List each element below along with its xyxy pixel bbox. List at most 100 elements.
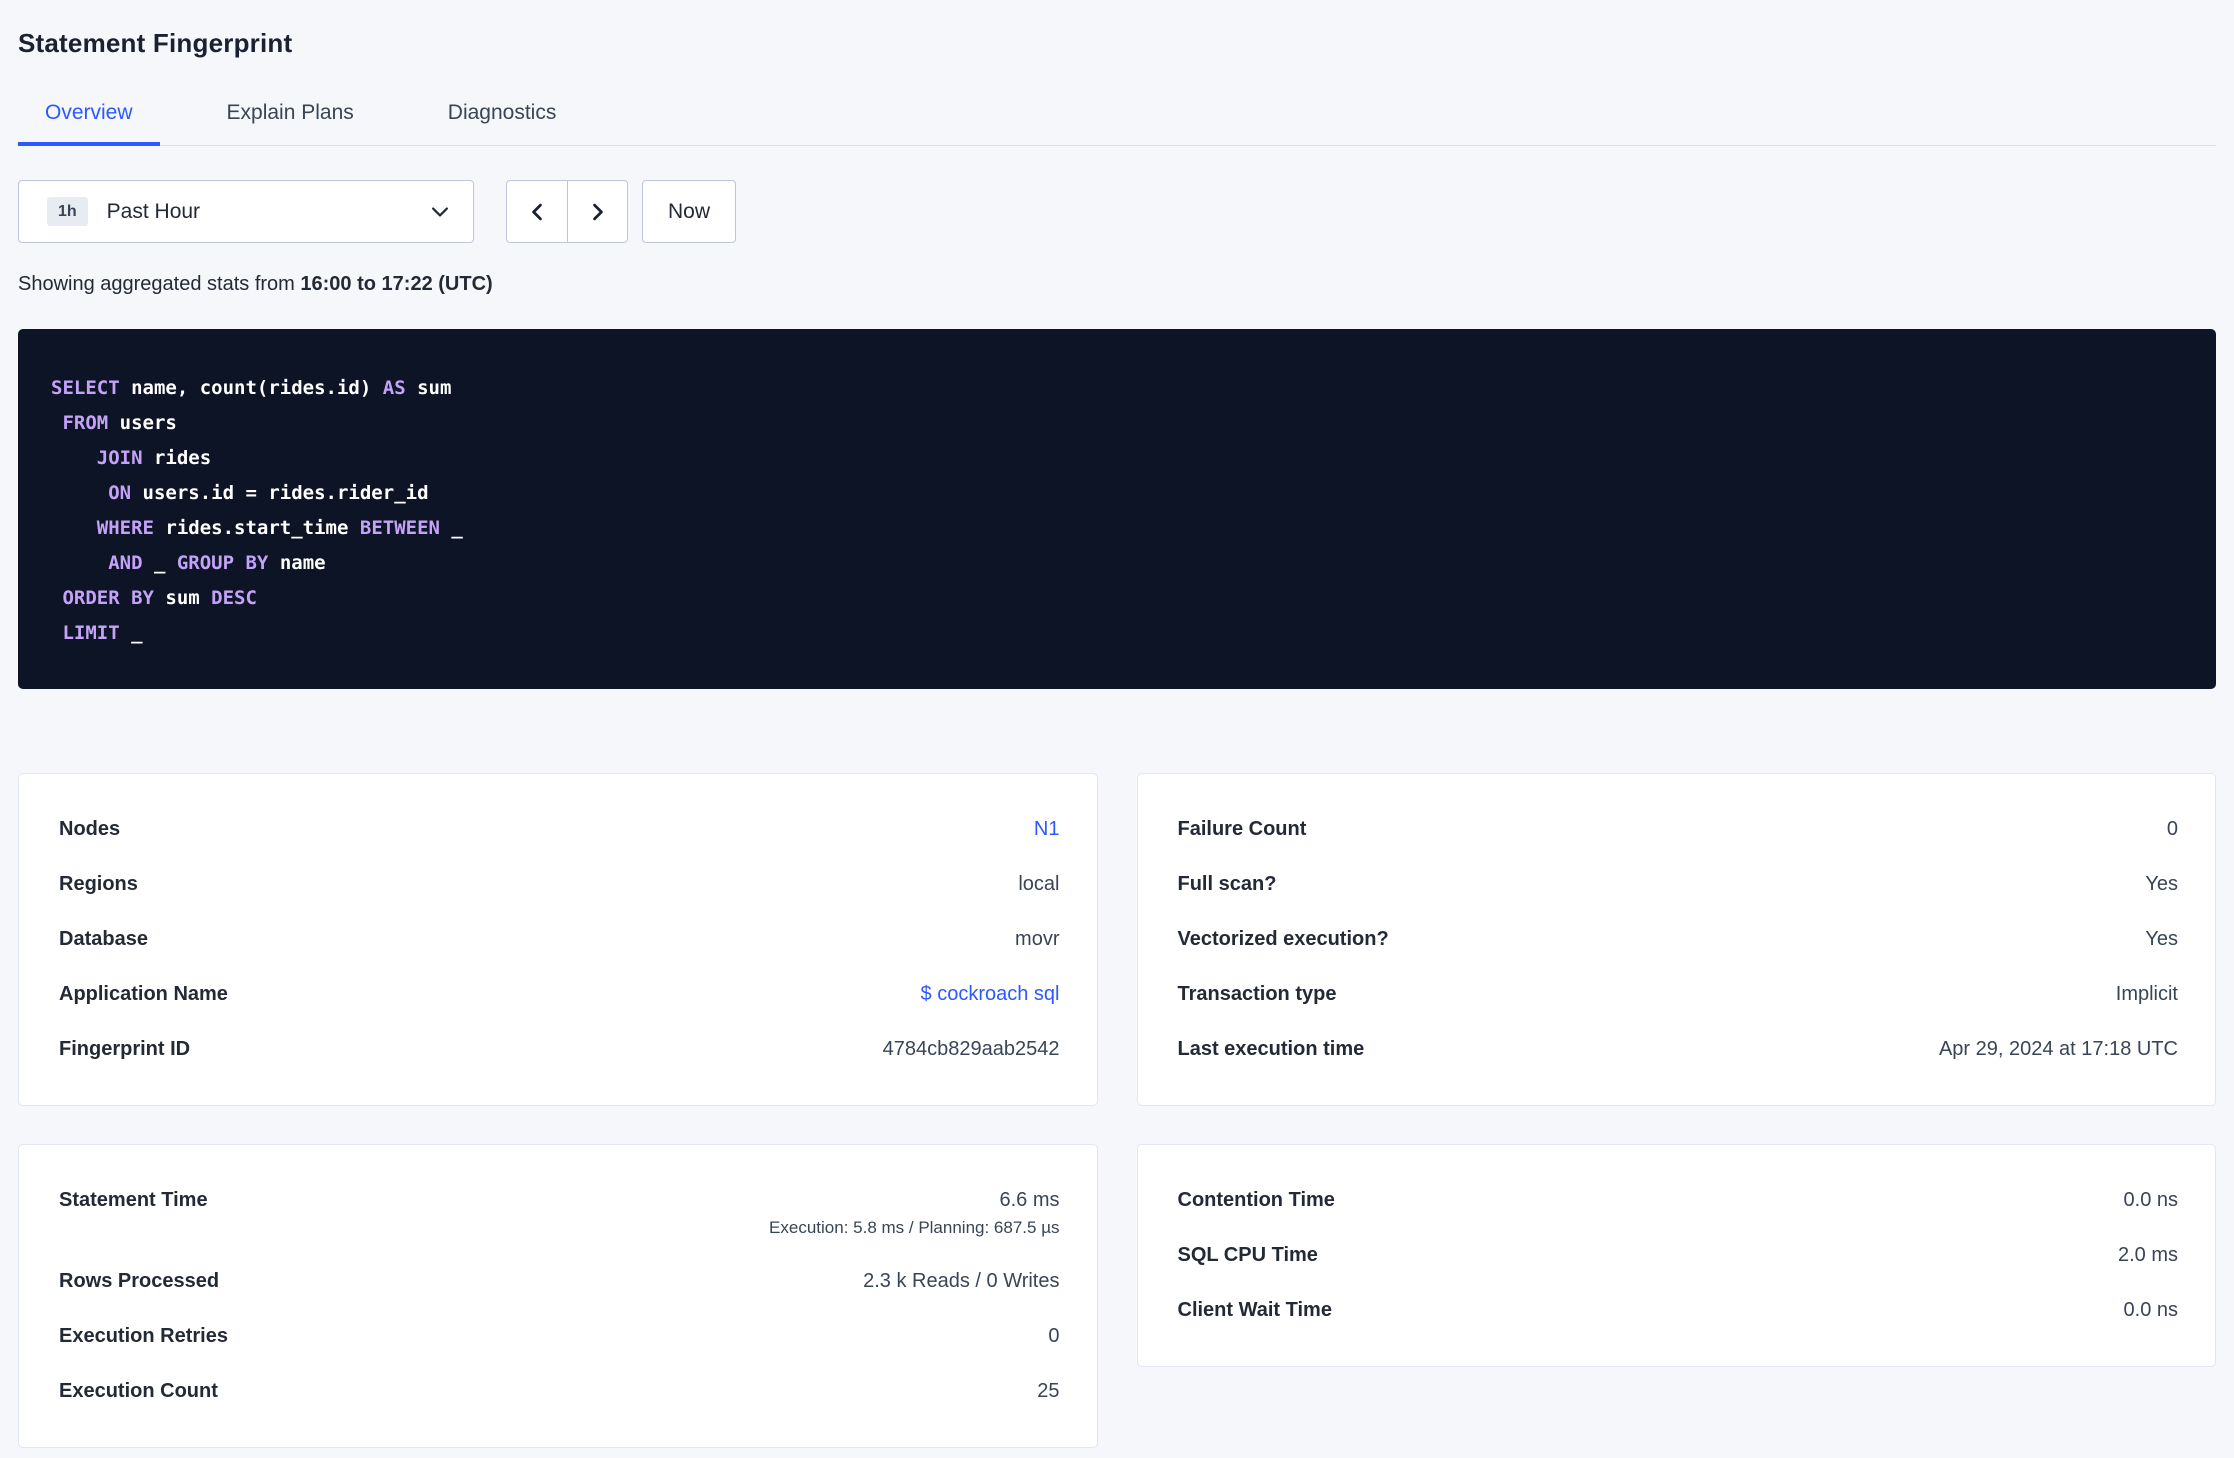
stat-value-wrap: 0 — [1048, 1325, 1059, 1348]
stat-value: Apr 29, 2024 at 17:18 UTC — [1938, 1038, 2178, 1060]
statement-fingerprint-page: Statement Fingerprint Overview Explain Pl… — [0, 0, 2234, 1448]
stat-label: Rows Processed — [59, 1270, 220, 1292]
stat-label: Regions — [59, 873, 138, 895]
stat-label: Execution Retries — [59, 1325, 228, 1347]
stat-value: Implicit — [2115, 983, 2178, 1005]
stat-row: Rows Processed 2.3 k Reads / 0 Writes — [59, 1254, 1060, 1309]
stat-row: SQL CPU Time 2.0 ms — [1178, 1228, 2179, 1283]
stat-value-link[interactable]: $ cockroach sql — [921, 983, 1060, 1006]
stat-label: Failure Count — [1177, 818, 1307, 840]
sql-text: _ — [119, 622, 143, 644]
chevron-down-icon — [429, 201, 451, 223]
stat-value: 2.3 k Reads / 0 Writes — [863, 1270, 1060, 1292]
stat-label: Full scan? — [1177, 873, 1277, 895]
stat-value-wrap: 2.0 ms — [2118, 1244, 2178, 1267]
stat-value: 4784cb829aab2542 — [882, 1038, 1060, 1060]
card-details-left: Nodes N1 Regions local Database movr Applicati… — [18, 773, 1098, 1106]
sql-text: rides.start_time — [153, 517, 360, 539]
stat-row: Statement Time 6.6 ms Execution: 5.8 ms / … — [59, 1173, 1060, 1254]
stat-value-link[interactable]: N1 — [1034, 818, 1060, 841]
sql-text: users.id = rides.rider_id — [131, 482, 429, 504]
sql-statement-box: SELECT name, count(rides.id) AS sum FROM… — [18, 329, 2216, 689]
stat-row: Failure Count 0 — [1178, 802, 2179, 857]
stat-value: Yes — [2145, 928, 2178, 950]
chevron-left-icon — [526, 201, 548, 223]
tab-bar: Overview Explain Plans Diagnostics — [18, 85, 2216, 146]
stat-row: Application Name $ cockroach sql — [59, 967, 1060, 1022]
sql-keyword: DESC — [211, 587, 257, 609]
sql-keyword: ON — [108, 482, 132, 504]
card-timing-right: Contention Time 0.0 ns SQL CPU Time 2.0 ms C… — [1136, 1144, 2216, 1367]
sql-text: _ — [142, 552, 177, 574]
sql-text: users — [108, 412, 177, 434]
stat-value-wrap: Implicit — [2116, 983, 2178, 1006]
time-range-label: Past Hour — [106, 199, 201, 223]
sql-keyword: JOIN — [96, 447, 143, 469]
time-prev-button[interactable] — [506, 180, 567, 243]
sql-line: FROM users — [51, 406, 2183, 441]
stat-value-wrap: N1 — [1034, 818, 1060, 841]
sql-text: rides — [142, 447, 212, 469]
stat-value-wrap: 0 — [2167, 818, 2178, 841]
sql-keyword: SELECT — [51, 377, 120, 399]
stat-value-wrap: 6.6 ms Execution: 5.8 ms / Planning: 687.… — [769, 1189, 1059, 1238]
stat-value: 0.0 ns — [2123, 1189, 2178, 1211]
stat-row: Regions local — [59, 857, 1060, 912]
sql-statement-text: SELECT name, count(rides.id) AS sum FROM… — [51, 371, 2183, 651]
sql-text: name — [268, 552, 326, 574]
stat-value: 6.6 ms — [999, 1189, 1060, 1211]
sql-keyword: LIMIT — [62, 622, 120, 644]
stat-row: Full scan? Yes — [1178, 857, 2179, 912]
tab-overview[interactable]: Overview — [18, 85, 160, 146]
stat-value: 2.0 ms — [2117, 1244, 2178, 1266]
stat-row: Execution Count 25 — [59, 1364, 1060, 1419]
stat-row: Fingerprint ID 4784cb829aab2542 — [59, 1022, 1060, 1077]
stat-label: Application Name — [59, 983, 228, 1005]
sql-keyword: AS — [382, 377, 406, 399]
time-step-buttons — [506, 180, 628, 243]
now-button[interactable]: Now — [642, 180, 736, 243]
stat-row: Transaction type Implicit — [1178, 967, 2179, 1022]
stat-label: Contention Time — [1177, 1189, 1335, 1211]
stat-label: Fingerprint ID — [59, 1038, 191, 1060]
stat-value: 0 — [1048, 1325, 1060, 1347]
stat-label: Execution Count — [59, 1380, 218, 1402]
stat-row: Nodes N1 — [59, 802, 1060, 857]
stat-row: Execution Retries 0 — [59, 1309, 1060, 1364]
stat-value: Yes — [2145, 873, 2178, 895]
card-timing-left: Statement Time 6.6 ms Execution: 5.8 ms / … — [18, 1144, 1098, 1448]
card-details-right: Failure Count 0 Full scan? Yes Vectorized ex… — [1136, 773, 2216, 1106]
sql-line: WHERE rides.start_time BETWEEN _ — [51, 511, 2183, 546]
stat-row: Vectorized execution? Yes — [1178, 912, 2179, 967]
stat-value-wrap: movr — [1015, 928, 1059, 951]
sql-keyword: GROUP BY — [176, 552, 269, 574]
stat-value-wrap: Yes — [2145, 873, 2178, 896]
tab-diagnostics[interactable]: Diagnostics — [421, 85, 584, 145]
sql-keyword: WHERE — [96, 517, 154, 539]
time-interval-select[interactable]: 1h Past Hour — [18, 180, 474, 243]
stat-subvalue: Execution: 5.8 ms / Planning: 687.5 µs — [769, 1218, 1060, 1237]
sql-line: AND _ GROUP BY name — [51, 546, 2183, 581]
sql-line: SELECT name, count(rides.id) AS sum — [51, 371, 2183, 406]
stat-value-wrap: 0.0 ns — [2124, 1299, 2178, 1322]
stat-row: Client Wait Time 0.0 ns — [1178, 1283, 2179, 1338]
sql-line: ON users.id = rides.rider_id — [51, 476, 2183, 511]
tab-explain-plans[interactable]: Explain Plans — [200, 85, 381, 145]
aggregated-stats-range: 16:00 to 17:22 (UTC) — [300, 273, 493, 295]
stat-label: Transaction type — [1177, 983, 1337, 1005]
aggregated-stats-text: Showing aggregated stats from 16:00 to 1… — [18, 273, 2216, 296]
stat-value: 0 — [2166, 818, 2178, 840]
time-next-button[interactable] — [567, 180, 628, 243]
stat-value-wrap: local — [1018, 873, 1059, 896]
sql-keyword: ORDER BY — [62, 587, 154, 609]
stat-row: Database movr — [59, 912, 1060, 967]
time-controls: 1h Past Hour Now — [18, 180, 2216, 243]
stat-value-wrap: 2.3 k Reads / 0 Writes — [863, 1270, 1059, 1293]
stat-value: 0.0 ns — [2123, 1299, 2178, 1321]
